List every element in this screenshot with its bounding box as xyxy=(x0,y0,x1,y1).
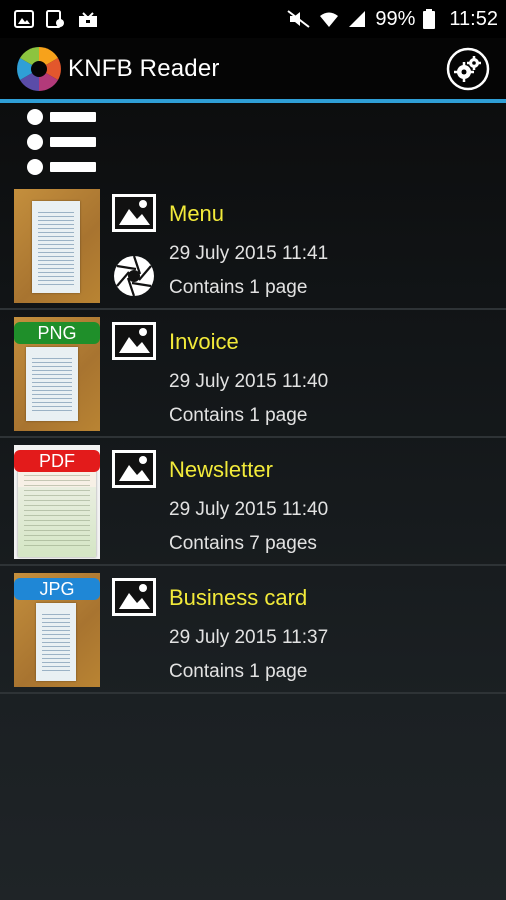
document-date: 29 July 2015 11:41 xyxy=(169,243,329,264)
notification-icons xyxy=(14,10,98,28)
document-title: Newsletter xyxy=(169,457,273,482)
action-bar: KNFB Reader xyxy=(0,38,506,100)
document-title: Business card xyxy=(169,585,308,610)
image-icon xyxy=(112,578,156,616)
mute-icon xyxy=(287,10,310,28)
document-date: 29 July 2015 11:40 xyxy=(169,499,329,520)
document-page-count: Contains 1 page xyxy=(169,405,308,426)
document-date: 29 July 2015 11:37 xyxy=(169,627,329,648)
wifi-icon xyxy=(320,12,339,27)
file-type-badge: JPG xyxy=(14,578,100,600)
image-icon xyxy=(112,322,156,360)
document-thumbnail: JPG xyxy=(14,573,100,687)
image-icon xyxy=(112,194,156,232)
status-bar: 99% 11:52 xyxy=(0,0,506,38)
settings-gears-icon[interactable] xyxy=(446,47,490,91)
file-type-badge: PDF xyxy=(14,450,100,472)
screenshot-icon xyxy=(46,10,64,28)
document-title: Menu xyxy=(169,201,225,226)
camera-aperture-icon xyxy=(114,255,154,297)
battery-icon xyxy=(423,9,436,29)
document-thumbnail xyxy=(14,189,100,303)
document-title: Invoice xyxy=(169,329,239,354)
gallery-icon xyxy=(14,10,34,28)
system-status: 99% 11:52 xyxy=(287,8,498,31)
signal-icon xyxy=(349,11,366,27)
document-page-count: Contains 1 page xyxy=(169,277,308,298)
document-row-newsletter[interactable]: PDF Newsletter 29 July 2015 11:40 Contai… xyxy=(0,438,506,566)
app-title: KNFB Reader xyxy=(68,55,220,82)
document-date: 29 July 2015 11:40 xyxy=(169,371,329,392)
list-view-icon[interactable] xyxy=(26,108,100,178)
app-logo[interactable] xyxy=(16,46,62,92)
document-row-invoice[interactable]: PNG Invoice 29 July 2015 11:40 Contains … xyxy=(0,310,506,438)
document-page-count: Contains 1 page xyxy=(169,661,308,682)
document-list: Menu 29 July 2015 11:41 Contains 1 page … xyxy=(0,182,506,694)
file-type-badge: PNG xyxy=(14,322,100,344)
action-bar-divider xyxy=(0,99,506,103)
document-page-count: Contains 7 pages xyxy=(169,533,317,554)
inbox-icon xyxy=(79,12,97,27)
battery-percentage: 99% xyxy=(375,7,416,30)
document-row-business-card[interactable]: JPG Business card 29 July 2015 11:37 Con… xyxy=(0,566,506,694)
document-row-menu[interactable]: Menu 29 July 2015 11:41 Contains 1 page xyxy=(0,182,506,310)
document-thumbnail: PNG xyxy=(14,317,100,431)
document-thumbnail: PDF xyxy=(14,445,100,559)
image-icon xyxy=(112,450,156,488)
clock: 11:52 xyxy=(449,7,498,30)
